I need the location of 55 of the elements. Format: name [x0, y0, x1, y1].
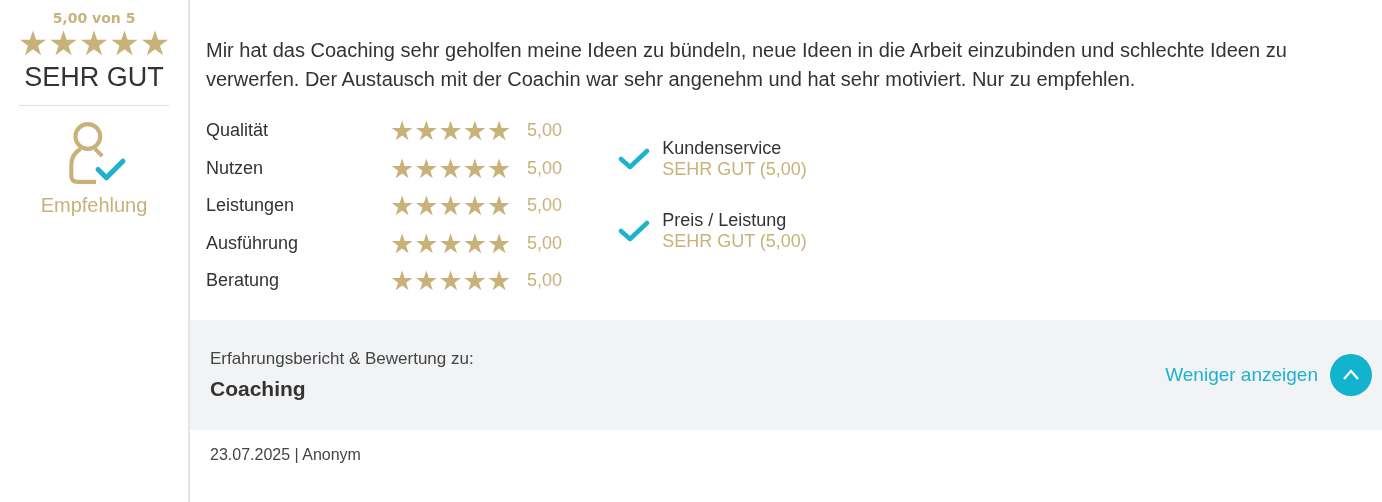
- score-text: 5,00 von 5: [52, 10, 136, 26]
- caption-text: Erfahrungsbericht & Bewertung zu:: [210, 349, 475, 369]
- star-icon: ★: [486, 117, 512, 145]
- star-icon: ★: [414, 192, 439, 220]
- criterion-verdict: SEHR GUT (5,00): [662, 159, 807, 180]
- rating-label: Leistungen: [206, 195, 296, 217]
- verdict-text: SEHR GUT: [24, 62, 164, 93]
- star-icon: ★: [390, 117, 415, 145]
- star-icon: ★: [139, 26, 171, 60]
- star-icon: ★: [462, 154, 487, 182]
- subject-text: Coaching: [210, 377, 307, 401]
- criterion-verdict: SEHR GUT (5,00): [662, 231, 807, 252]
- star-icon: ★: [438, 267, 463, 295]
- star-icon: ★: [414, 267, 439, 295]
- star-icon: ★: [414, 229, 439, 257]
- star-icon: ★: [17, 26, 49, 60]
- checkmark-icon: [618, 219, 651, 243]
- star-icon: ★: [390, 192, 415, 220]
- star-icon: ★: [486, 229, 512, 257]
- star-icon: ★: [390, 229, 415, 257]
- review-meta: 23.07.2025 | Anonym: [209, 445, 362, 465]
- collapse-button[interactable]: [1330, 354, 1372, 396]
- star-icon: ★: [438, 192, 463, 220]
- star-icon: ★: [390, 154, 415, 182]
- rating-value: 5,00: [527, 232, 563, 254]
- star-icon: ★: [462, 117, 487, 145]
- star-icon: ★: [390, 267, 415, 295]
- show-less-link[interactable]: Weniger anzeigen: [1165, 364, 1318, 386]
- star-icon: ★: [438, 229, 463, 257]
- star-icon: ★: [109, 26, 140, 60]
- star-icon: ★: [486, 267, 512, 295]
- recommendation-label: Empfehlung: [40, 194, 148, 217]
- criterion-label: Kundenservice: [662, 138, 783, 159]
- rating-value: 5,00: [527, 120, 563, 142]
- rating-label: Beratung: [206, 270, 281, 292]
- review-text: Mir hat das Coaching sehr geholfen meine Ideen zu bündeln, neue Ideen in die Arbeit einzubinden und schlechte Ideen zu verwerfen. Der Austausch mit der Coachin war sehr angenehm und hat sehr motiviert. Nur zu empfehlen.: [206, 38, 1288, 92]
- star-icon: ★: [462, 267, 487, 295]
- star-icon: ★: [414, 117, 439, 145]
- star-icon: ★: [438, 154, 463, 182]
- star-icon: ★: [462, 229, 487, 257]
- star-icon: ★: [462, 192, 487, 220]
- star-icon: ★: [414, 154, 439, 182]
- rating-label: Qualität: [206, 120, 270, 142]
- star-icon: ★: [438, 117, 463, 145]
- rating-value: 5,00: [527, 270, 563, 292]
- checkmark-icon: [618, 147, 651, 171]
- rating-value: 5,00: [527, 157, 563, 179]
- star-icon: ★: [48, 26, 79, 60]
- rating-label: Nutzen: [206, 157, 265, 179]
- criterion-label: Preis / Leistung: [662, 210, 788, 231]
- star-icon: ★: [486, 154, 512, 182]
- rating-label: Ausführung: [206, 232, 300, 254]
- rating-value: 5,00: [527, 195, 563, 217]
- star-icon: ★: [486, 192, 512, 220]
- star-icon: ★: [78, 26, 110, 60]
